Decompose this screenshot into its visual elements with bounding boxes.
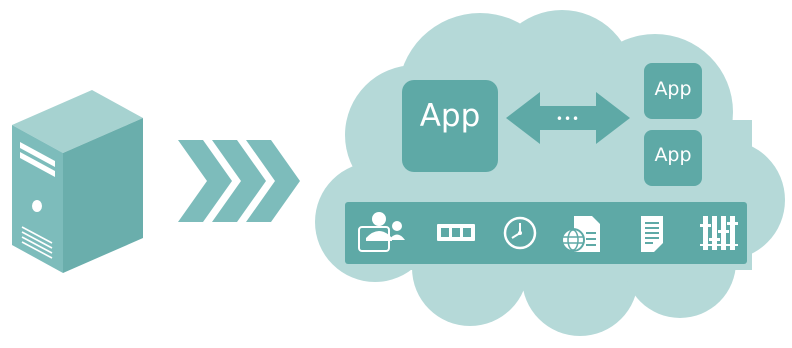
server-power-button — [32, 200, 42, 212]
migration-diagram: ••• App App App — [0, 0, 792, 343]
cloud-shape — [315, 10, 785, 336]
app-large-label: App — [419, 98, 481, 134]
migration-chevrons — [178, 140, 300, 222]
app-small-top-label: App — [654, 78, 692, 100]
memory-icon — [437, 224, 475, 241]
services-toolbar — [345, 202, 747, 264]
server-icon — [12, 90, 143, 273]
app-small-bottom-label: App — [654, 144, 692, 166]
diagram-canvas: ••• — [12, 10, 785, 336]
connector-dots: ••• — [556, 112, 580, 126]
